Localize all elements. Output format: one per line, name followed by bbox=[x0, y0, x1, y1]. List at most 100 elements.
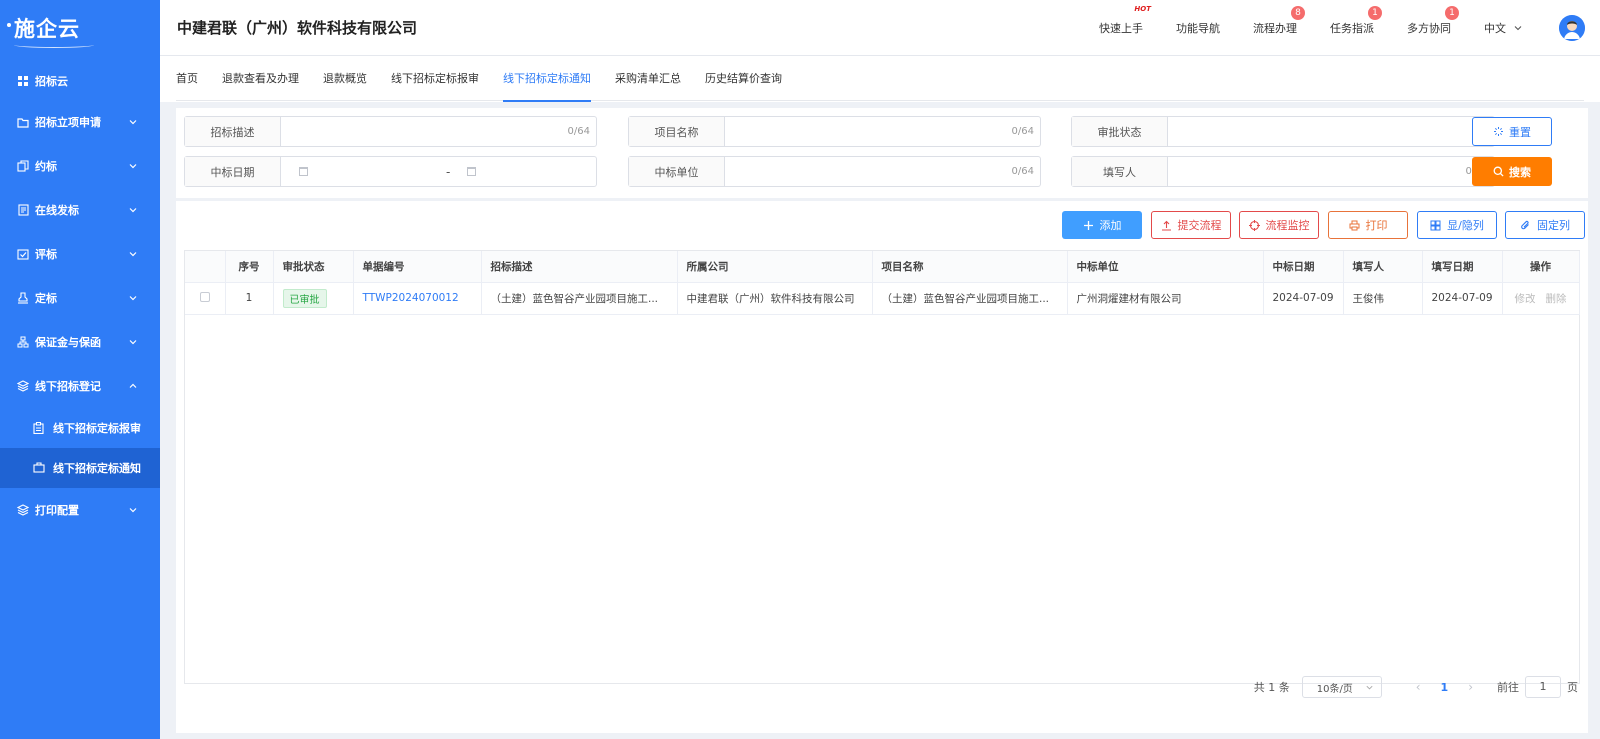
sidebar-subitem-offline-award-notice[interactable]: 线下招标定标通知 bbox=[0, 448, 160, 488]
add-label: 添加 bbox=[1099, 219, 1122, 232]
bid-desc-cell: （土建）蓝色智谷产业园项目施工... bbox=[481, 282, 678, 315]
submit-process-button[interactable]: 提交流程 bbox=[1151, 211, 1231, 239]
status-cell: 已审批 bbox=[273, 282, 354, 315]
select-all-cell[interactable] bbox=[185, 251, 226, 283]
print-label: 打印 bbox=[1365, 219, 1388, 232]
tab-offline-award-review[interactable]: 线下招标定标报审 bbox=[391, 56, 479, 101]
sidebar-item-label: 定标 bbox=[35, 292, 57, 305]
reset-button[interactable]: 重置 bbox=[1472, 117, 1552, 146]
table-row[interactable]: 1 已审批 TTWP2024070012 （土建）蓝色智谷产业园项目施工... … bbox=[185, 282, 1580, 315]
row-index: 1 bbox=[225, 282, 274, 315]
layers-icon bbox=[17, 380, 29, 392]
sidebar-item-award[interactable]: 定标 bbox=[0, 276, 160, 320]
tab-offline-award-notice[interactable]: 线下招标定标通知 bbox=[503, 56, 591, 102]
filter-label: 审批状态 bbox=[1072, 117, 1168, 146]
nav-multi-collab[interactable]: 多方协同 1 bbox=[1407, 6, 1459, 36]
sidebar-item-label: 约标 bbox=[35, 160, 57, 173]
delete-link[interactable]: 删除 bbox=[1546, 293, 1567, 305]
sidebar-item-offline-registration[interactable]: 线下招标登记 bbox=[0, 364, 160, 408]
nav-function-guide[interactable]: 功能导航 bbox=[1176, 20, 1220, 36]
char-count: 0/64 bbox=[567, 126, 590, 137]
sidebar: 施企云 招标云 招标立项申请 约标 在线发标 评标 定标 保证金与保函 线下招标… bbox=[0, 0, 160, 739]
sidebar-item-project-application[interactable]: 招标立项申请 bbox=[0, 100, 160, 144]
project-name-filter: 项目名称 0/64 bbox=[628, 116, 1041, 147]
sidebar-menu: 招标云 招标立项申请 约标 在线发标 评标 定标 保证金与保函 线下招标登记 线… bbox=[0, 62, 160, 532]
tab-refund-overview[interactable]: 退款概览 bbox=[323, 56, 367, 101]
sidebar-item-bidding-cloud[interactable]: 招标云 bbox=[0, 62, 160, 100]
goto-page-input[interactable]: 1 bbox=[1525, 676, 1561, 698]
submit-label: 提交流程 bbox=[1177, 219, 1222, 232]
stack-icon bbox=[17, 160, 29, 172]
filter-label: 中标日期 bbox=[185, 157, 281, 186]
data-table: 序号 审批状态 单据编号 招标描述 所属公司 项目名称 中标单位 中标日期 填写… bbox=[184, 250, 1580, 684]
avatar[interactable] bbox=[1559, 15, 1585, 41]
next-page-icon[interactable]: › bbox=[1468, 680, 1473, 694]
add-button[interactable]: 添加 bbox=[1062, 211, 1142, 239]
row-checkbox[interactable] bbox=[199, 291, 210, 302]
print-button[interactable]: 打印 bbox=[1328, 211, 1408, 239]
fix-columns-button[interactable]: 固定列 bbox=[1505, 211, 1585, 239]
filler-input[interactable]: 0/32 bbox=[1168, 157, 1494, 186]
column-header: 中标日期 bbox=[1263, 251, 1344, 283]
chevron-down-icon bbox=[129, 508, 137, 513]
printer-icon bbox=[1349, 220, 1359, 230]
nav-quick-start[interactable]: 快速上手 HOT bbox=[1099, 5, 1151, 36]
chevron-down-icon bbox=[129, 164, 137, 169]
language-select[interactable]: 中文 bbox=[1484, 20, 1523, 36]
column-header: 所属公司 bbox=[677, 251, 873, 283]
char-count: 0/64 bbox=[1011, 166, 1034, 177]
process-monitor-button[interactable]: 流程监控 bbox=[1239, 211, 1319, 239]
sidebar-item-online-bid[interactable]: 在线发标 bbox=[0, 188, 160, 232]
approval-status-select[interactable] bbox=[1168, 117, 1494, 146]
goto-prefix: 前往 bbox=[1497, 681, 1519, 694]
layers-icon bbox=[17, 504, 29, 516]
total-count: 共 1 条 bbox=[1253, 681, 1290, 694]
sidebar-subitem-offline-award-review[interactable]: 线下招标定标报审 bbox=[0, 408, 160, 448]
tab-historical-price[interactable]: 历史结算价查询 bbox=[705, 56, 782, 101]
tab-purchase-list-summary[interactable]: 采购清单汇总 bbox=[615, 56, 681, 101]
project-name-input[interactable]: 0/64 bbox=[725, 117, 1040, 146]
sidebar-item-label: 评标 bbox=[35, 248, 57, 261]
sidebar-item-label: 保证金与保函 bbox=[35, 336, 101, 349]
nav-process-handling[interactable]: 流程办理 8 bbox=[1253, 6, 1305, 36]
page-number-current[interactable]: 1 bbox=[1441, 681, 1449, 694]
sidebar-item-label: 在线发标 bbox=[35, 204, 79, 217]
doc-no-link[interactable]: TTWP2024070012 bbox=[363, 292, 459, 304]
sidebar-item-label: 打印配置 bbox=[35, 504, 79, 517]
win-unit-cell: 广州洞燿建材有限公司 bbox=[1067, 282, 1264, 315]
nav-task-assign[interactable]: 任务指派 1 bbox=[1330, 6, 1382, 36]
header-nav: 快速上手 HOT 功能导航 流程办理 8 任务指派 1 多方协同 1 中文 bbox=[1099, 0, 1600, 56]
win-date-range[interactable]: - bbox=[281, 157, 596, 186]
target-icon bbox=[1248, 219, 1260, 231]
bid-desc-input[interactable]: 0/64 bbox=[281, 117, 596, 146]
column-header: 单据编号 bbox=[353, 251, 482, 283]
document-icon bbox=[17, 204, 29, 216]
page-size-label: 10条/页 bbox=[1316, 683, 1353, 695]
win-unit-input[interactable]: 0/64 bbox=[725, 157, 1040, 186]
search-button[interactable]: 搜索 bbox=[1472, 157, 1552, 186]
app-logo[interactable]: 施企云 bbox=[0, 0, 160, 56]
column-header: 操作 bbox=[1502, 251, 1580, 283]
prev-page-icon[interactable]: ‹ bbox=[1416, 680, 1421, 694]
chevron-down-icon bbox=[1514, 26, 1522, 31]
sidebar-subitem-label: 线下招标定标通知 bbox=[53, 462, 141, 475]
sidebar-item-print-config[interactable]: 打印配置 bbox=[0, 488, 160, 532]
status-badge: 已审批 bbox=[282, 288, 327, 308]
date-separator: - bbox=[446, 164, 451, 179]
tab-home[interactable]: 首页 bbox=[176, 56, 198, 101]
count-badge: 1 bbox=[1368, 6, 1382, 20]
sidebar-item-label: 招标立项申请 bbox=[35, 116, 101, 129]
plus-icon bbox=[1083, 220, 1093, 230]
briefcase-icon bbox=[33, 462, 45, 474]
win-date-filter: 中标日期 - bbox=[184, 156, 597, 187]
chevron-up-icon bbox=[129, 383, 137, 388]
sidebar-item-deposit-guarantee[interactable]: 保证金与保函 bbox=[0, 320, 160, 364]
sidebar-item-invite-bid[interactable]: 约标 bbox=[0, 144, 160, 188]
tab-bar: 首页 退款查看及办理 退款概览 线下招标定标报审 线下招标定标通知 采购清单汇总… bbox=[160, 56, 1600, 102]
project-cell: （土建）蓝色智谷产业园项目施工... bbox=[872, 282, 1068, 315]
sidebar-item-evaluation[interactable]: 评标 bbox=[0, 232, 160, 276]
toggle-columns-button[interactable]: 显/隐列 bbox=[1417, 211, 1497, 239]
page-size-select[interactable]: 10条/页 bbox=[1301, 676, 1382, 698]
tab-refund-view[interactable]: 退款查看及办理 bbox=[222, 56, 299, 101]
edit-link[interactable]: 修改 bbox=[1515, 293, 1536, 305]
